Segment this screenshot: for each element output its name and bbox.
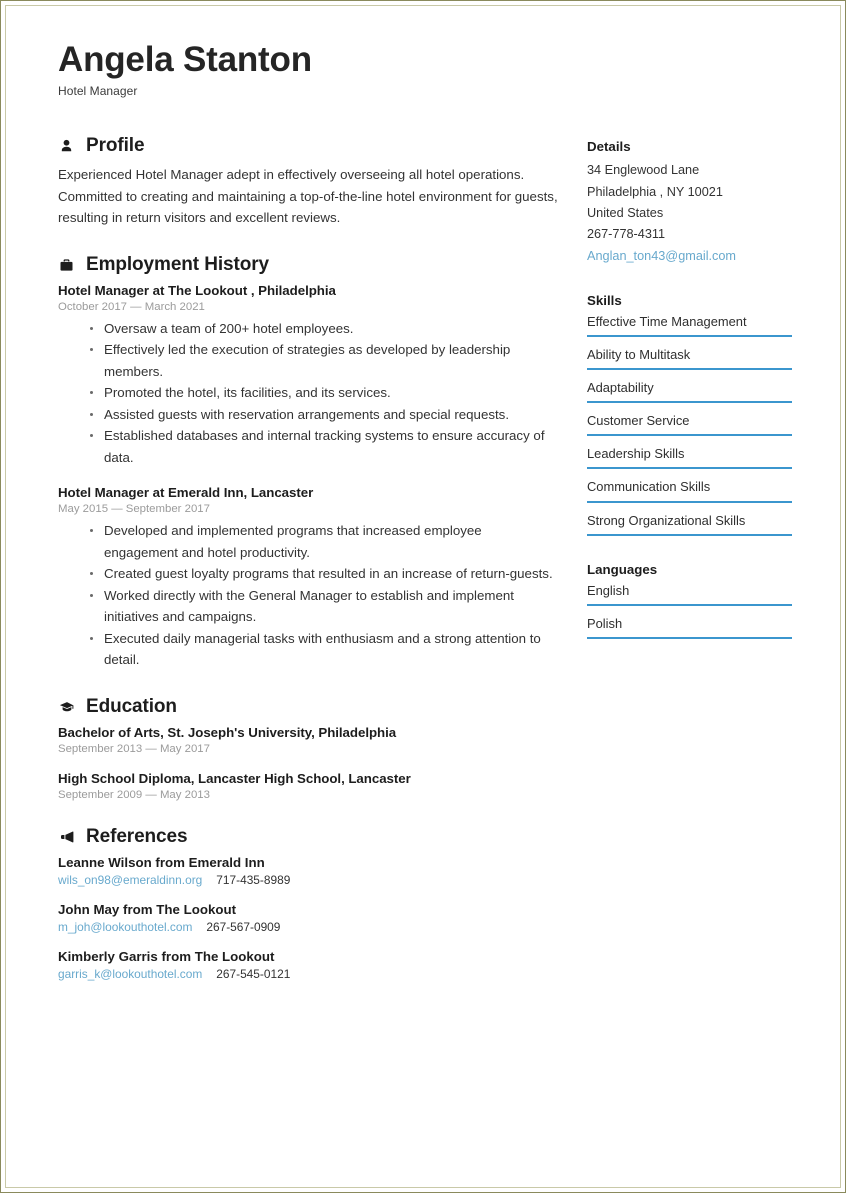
person-icon xyxy=(58,138,75,155)
section-references: References Leanne Wilson from Emerald In… xyxy=(58,825,558,981)
education-entry-title: High School Diploma, Lancaster High Scho… xyxy=(58,770,411,786)
language-item: Polish xyxy=(587,616,792,639)
section-education: Education Bachelor of Arts, St. Joseph's… xyxy=(58,696,558,801)
sidebar-column: Details 34 Englewood Lane Philadelphia ,… xyxy=(587,136,792,665)
section-title-education: Education xyxy=(86,696,177,717)
megaphone-icon xyxy=(58,829,75,846)
reference-entry: Kimberly Garris from The Lookout garris_… xyxy=(58,949,558,981)
reference-entry: John May from The Lookout m_joh@lookouth… xyxy=(58,902,558,934)
section-header-employment: Employment History xyxy=(58,253,558,276)
employment-entry-date: October 2017 — March 2021 xyxy=(58,300,205,313)
section-header-education: Education xyxy=(58,696,558,718)
reference-entry: Leanne Wilson from Emerald Inn wils_on98… xyxy=(58,855,558,887)
list-item: Established databases and internal track… xyxy=(88,425,558,468)
reference-contact-line: garris_k@lookouthotel.com 267-545-0121 xyxy=(58,967,558,981)
section-header-profile: Profile xyxy=(58,135,558,157)
reference-name: Leanne Wilson from Emerald Inn xyxy=(58,854,265,870)
skill-item: Strong Organizational Skills xyxy=(587,513,792,536)
skill-item: Effective Time Management xyxy=(587,314,792,337)
section-title-employment: Employment History xyxy=(86,253,269,275)
sidebar-details-block: Details 34 Englewood Lane Philadelphia ,… xyxy=(587,139,792,267)
profile-text: Experienced Hotel Manager adept in effec… xyxy=(58,167,558,226)
skill-item: Adaptability xyxy=(587,380,792,404)
resume-page: Angela Stanton Hotel Manager Profile Exp… xyxy=(0,0,846,1193)
sidebar-languages-block: Languages English Polish xyxy=(587,562,792,639)
skill-item: Communication Skills xyxy=(587,479,792,503)
briefcase-icon xyxy=(58,257,75,274)
employment-entry-bullets: Oversaw a team of 200+ hotel employees. … xyxy=(58,318,558,469)
skill-item: Customer Service xyxy=(587,413,792,437)
two-column-layout: Profile Experienced Hotel Manager adept … xyxy=(58,135,800,1007)
page-title: Angela Stanton xyxy=(58,40,312,79)
reference-contact-line: m_joh@lookouthotel.com 267-567-0909 xyxy=(58,920,558,934)
reference-phone: 267-567-0909 xyxy=(206,919,281,934)
reference-phone: 717-435-8989 xyxy=(216,872,291,887)
reference-email-link[interactable]: wils_on98@emeraldinn.org xyxy=(58,873,202,887)
detail-country: United States xyxy=(587,205,664,220)
employment-entry-bullets: Developed and implemented programs that … xyxy=(58,520,558,671)
section-title-profile: Profile xyxy=(86,135,145,157)
sidebar-title-languages: Languages xyxy=(587,561,658,577)
detail-address-line1: 34 Englewood Lane xyxy=(587,163,700,178)
education-entry-date: September 2009 — May 2013 xyxy=(58,788,210,801)
skill-item: Leadership Skills xyxy=(587,446,792,470)
section-employment-history: Employment History Hotel Manager at The … xyxy=(58,253,558,671)
list-item: Oversaw a team of 200+ hotel employees. xyxy=(88,318,558,340)
sidebar-title-skills: Skills xyxy=(587,292,622,308)
resume-content: Angela Stanton Hotel Manager Profile Exp… xyxy=(58,40,800,1167)
employment-entry: Hotel Manager at Emerald Inn, Lancaster … xyxy=(58,485,558,671)
sidebar-skills-block: Skills Effective Time Management Ability… xyxy=(587,293,792,536)
section-title-references: References xyxy=(86,825,188,847)
list-item: Worked directly with the General Manager… xyxy=(88,585,558,628)
detail-address-line2: Philadelphia , NY 10021 xyxy=(587,184,723,199)
detail-email-link[interactable]: Anglan_ton43@gmail.com xyxy=(587,246,792,267)
skill-item: Ability to Multitask xyxy=(587,347,792,371)
graduation-cap-icon xyxy=(58,699,75,716)
reference-contact-line: wils_on98@emeraldinn.org 717-435-8989 xyxy=(58,873,558,887)
sidebar-title-details: Details xyxy=(587,139,631,155)
main-column: Profile Experienced Hotel Manager adept … xyxy=(58,135,558,1007)
reference-name: John May from The Lookout xyxy=(58,901,237,917)
section-header-references: References xyxy=(58,825,558,848)
education-entry-title: Bachelor of Arts, St. Joseph's Universit… xyxy=(58,724,397,740)
list-item: Created guest loyalty programs that resu… xyxy=(88,563,558,585)
employment-entry-date: May 2015 — September 2017 xyxy=(58,503,210,516)
detail-phone: 267-778-4311 xyxy=(587,227,666,242)
list-item: Developed and implemented programs that … xyxy=(88,520,558,563)
education-entry: Bachelor of Arts, St. Joseph's Universit… xyxy=(58,725,558,755)
reference-name: Kimberly Garris from The Lookout xyxy=(58,948,275,964)
employment-entry-title: Hotel Manager at The Lookout , Philadelp… xyxy=(58,282,336,298)
education-entry-date: September 2013 — May 2017 xyxy=(58,742,210,755)
resume-sheet: Angela Stanton Hotel Manager Profile Exp… xyxy=(5,5,841,1188)
list-item: Promoted the hotel, its facilities, and … xyxy=(88,382,558,404)
list-item: Executed daily managerial tasks with ent… xyxy=(88,628,558,671)
reference-email-link[interactable]: garris_k@lookouthotel.com xyxy=(58,967,202,981)
job-title-subtitle: Hotel Manager xyxy=(58,84,138,99)
language-item: English xyxy=(587,583,792,606)
section-profile: Profile Experienced Hotel Manager adept … xyxy=(58,135,558,228)
reference-phone: 267-545-0121 xyxy=(216,966,291,981)
employment-entry: Hotel Manager at The Lookout , Philadelp… xyxy=(58,283,558,469)
education-entry: High School Diploma, Lancaster High Scho… xyxy=(58,771,558,801)
list-item: Effectively led the execution of strateg… xyxy=(88,339,558,382)
reference-email-link[interactable]: m_joh@lookouthotel.com xyxy=(58,920,192,934)
list-item: Assisted guests with reservation arrange… xyxy=(88,404,558,426)
employment-entry-title: Hotel Manager at Emerald Inn, Lancaster xyxy=(58,485,314,501)
